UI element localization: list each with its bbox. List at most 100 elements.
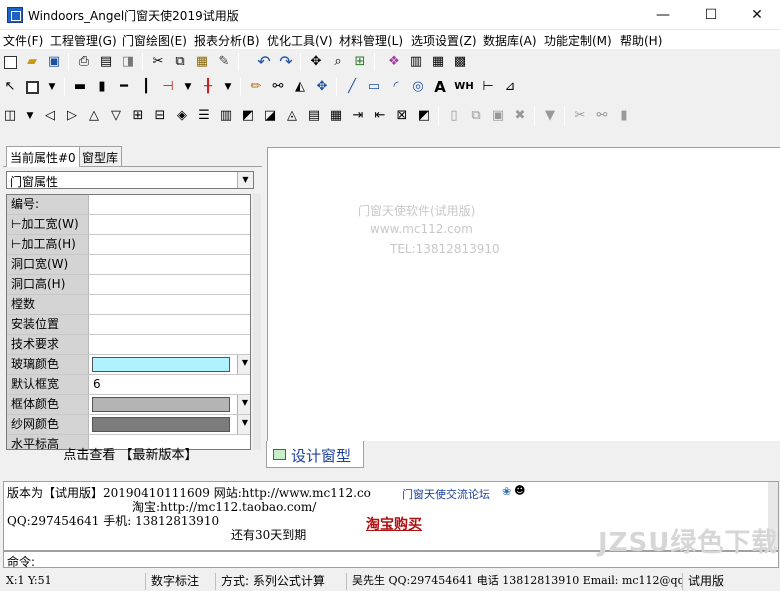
- menu-customize[interactable]: 功能定制(M): [544, 32, 612, 49]
- property-value[interactable]: ▼: [90, 395, 250, 414]
- qq-icon[interactable]: ❀: [502, 485, 511, 498]
- vertical-cross-icon[interactable]: ╂: [199, 78, 217, 96]
- angle-dimension-icon[interactable]: ⊿: [501, 78, 519, 96]
- redo-icon[interactable]: ↷: [277, 53, 295, 71]
- pointer-icon[interactable]: ↖: [1, 78, 19, 96]
- save-icon[interactable]: ▣: [45, 53, 63, 71]
- tilt-turn-icon[interactable]: ◩: [239, 107, 257, 125]
- transom-icon[interactable]: ━: [115, 78, 133, 96]
- menu-file[interactable]: 文件(F): [3, 32, 43, 49]
- chevron-down-icon[interactable]: ▼: [237, 415, 250, 434]
- pencil-icon[interactable]: ✏: [247, 78, 265, 96]
- tab-current-properties[interactable]: 当前属性#0: [6, 146, 80, 167]
- chevron-down-icon[interactable]: ▼: [237, 172, 253, 188]
- color-swatch[interactable]: [92, 397, 230, 412]
- minimize-button[interactable]: —: [640, 0, 686, 30]
- latest-version-link[interactable]: 点击查看 【最新版本】: [3, 446, 258, 466]
- menu-report[interactable]: 报表分析(B): [194, 32, 260, 49]
- menu-drawing[interactable]: 门窗绘图(E): [122, 32, 187, 49]
- line-icon[interactable]: ╱: [343, 78, 361, 96]
- close-button[interactable]: ✕: [734, 0, 780, 30]
- menu-database[interactable]: 数据库(A): [483, 32, 537, 49]
- fixed-glass-icon[interactable]: ⊠: [393, 107, 411, 125]
- circle-icon[interactable]: ◎: [409, 78, 427, 96]
- brush-icon[interactable]: ✎: [215, 53, 233, 71]
- property-value[interactable]: [90, 215, 250, 234]
- v-mullion-icon[interactable]: ▮: [93, 78, 111, 96]
- property-value[interactable]: [90, 255, 250, 274]
- palette-icon[interactable]: ❖: [385, 53, 403, 71]
- cross-bar-icon[interactable]: ⊣: [159, 78, 177, 96]
- frame-dropdown-icon[interactable]: ▼: [43, 78, 61, 96]
- vertical-bar-icon[interactable]: ┃: [137, 78, 155, 96]
- print-preview-icon[interactable]: ▤: [97, 53, 115, 71]
- maximize-button[interactable]: ☐: [688, 0, 734, 30]
- export-icon[interactable]: ◨: [119, 53, 137, 71]
- fit-icon[interactable]: ⊞: [351, 53, 369, 71]
- rectangle-icon[interactable]: ▭: [365, 78, 383, 96]
- awning-icon[interactable]: ▤: [305, 107, 323, 125]
- paste-icon[interactable]: ▦: [193, 53, 211, 71]
- scissors-icon[interactable]: ✂: [571, 107, 589, 125]
- calculator-icon[interactable]: ▥: [407, 53, 425, 71]
- slide-left-icon[interactable]: ⇤: [371, 107, 389, 125]
- menu-help[interactable]: 帮助(H): [620, 32, 662, 49]
- menu-options[interactable]: 选项设置(Z): [411, 32, 477, 49]
- filter-icon[interactable]: ▼: [541, 107, 559, 125]
- frame-icon[interactable]: [23, 78, 41, 96]
- page-icon[interactable]: ▮: [615, 107, 633, 125]
- tab-window-library[interactable]: 窗型库: [78, 146, 123, 166]
- color-swatch[interactable]: [92, 417, 230, 432]
- property-value[interactable]: [90, 195, 250, 214]
- copy-icon[interactable]: ⧉: [171, 53, 189, 71]
- property-grid-scrollbar[interactable]: [253, 194, 261, 450]
- dimension-icon[interactable]: ⊢: [479, 78, 497, 96]
- delete-icon[interactable]: ✖: [511, 107, 529, 125]
- print-icon[interactable]: ⎙: [75, 53, 93, 71]
- tab-design-window[interactable]: 设计窗型: [266, 441, 364, 468]
- property-value[interactable]: [90, 315, 250, 334]
- mirror-icon[interactable]: ◭: [291, 78, 309, 96]
- table-icon[interactable]: ▦: [429, 53, 447, 71]
- menu-optimize[interactable]: 优化工具(V): [267, 32, 333, 49]
- vertical-louver-icon[interactable]: ▥: [217, 107, 235, 125]
- property-value[interactable]: 6: [90, 375, 250, 394]
- louver-icon[interactable]: ☰: [195, 107, 213, 125]
- casement-left-icon[interactable]: ◁: [41, 107, 59, 125]
- sash-icon[interactable]: ◫: [1, 107, 19, 125]
- screen-icon[interactable]: ◩: [415, 107, 433, 125]
- dimension-wh-icon[interactable]: WH: [453, 78, 475, 96]
- design-canvas[interactable]: 门窗天使软件(试用版) www.mc112.com TEL:1381281391…: [267, 147, 780, 441]
- pivot-icon[interactable]: ◪: [261, 107, 279, 125]
- new-file-icon[interactable]: [1, 53, 19, 71]
- network-icon[interactable]: ⚯: [593, 107, 611, 125]
- top-hung-icon[interactable]: △: [85, 107, 103, 125]
- copy-sash-icon[interactable]: ⧉: [467, 107, 485, 125]
- chevron-down-icon[interactable]: ▼: [237, 355, 250, 374]
- sash-dropdown-icon[interactable]: ▼: [21, 107, 39, 125]
- property-value[interactable]: ▼: [90, 355, 250, 374]
- text-icon[interactable]: A: [431, 78, 449, 96]
- paste-sash-icon[interactable]: ▣: [489, 107, 507, 125]
- cut-icon[interactable]: ✂: [149, 53, 167, 71]
- grid-icon[interactable]: ▩: [451, 53, 469, 71]
- chevron-down-icon[interactable]: ▼: [237, 395, 250, 414]
- slide-right-icon[interactable]: ⇥: [349, 107, 367, 125]
- h-mullion-icon[interactable]: ▬: [71, 78, 89, 96]
- double-sash-icon[interactable]: ⊟: [151, 107, 169, 125]
- properties-icon[interactable]: ▯: [445, 107, 463, 125]
- diamond-sash-icon[interactable]: ◈: [173, 107, 191, 125]
- penguin-icon[interactable]: ☻: [514, 484, 525, 497]
- property-value[interactable]: ▼: [90, 415, 250, 434]
- arc-icon[interactable]: ◜: [387, 78, 405, 96]
- property-category-select[interactable]: 门窗属性 ▼: [6, 171, 254, 189]
- casement-right-icon[interactable]: ▷: [63, 107, 81, 125]
- cross-bar-dropdown-icon[interactable]: ▼: [179, 78, 197, 96]
- menu-material[interactable]: 材料管理(L): [339, 32, 403, 49]
- taobao-buy-link[interactable]: 淘宝购买: [366, 514, 422, 534]
- property-value[interactable]: [90, 235, 250, 254]
- forum-link[interactable]: 门窗天使交流论坛: [402, 486, 490, 502]
- property-value[interactable]: [90, 275, 250, 294]
- link-icon[interactable]: ⚯: [269, 78, 287, 96]
- hopper-icon[interactable]: ◬: [283, 107, 301, 125]
